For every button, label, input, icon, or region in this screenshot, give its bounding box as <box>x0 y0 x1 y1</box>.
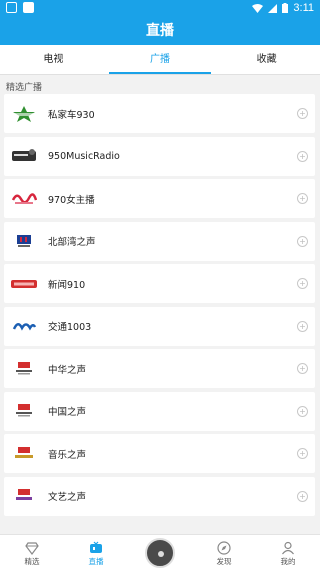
red-banner-logo <box>10 274 38 294</box>
dpad-icon <box>158 551 164 557</box>
station-name: 新闻910 <box>48 279 86 291</box>
tab-tv[interactable]: 电视 <box>0 45 107 74</box>
nav-label: 我的 <box>280 557 296 566</box>
tab-bar: 电视 广播 收藏 <box>0 45 320 75</box>
status-bar: 3:11 <box>0 0 320 17</box>
nav-label: 精选 <box>24 557 40 566</box>
station-name: 私家车930 <box>48 109 95 121</box>
nav-featured[interactable]: 精选 <box>0 535 64 569</box>
add-icon[interactable]: + <box>297 405 308 417</box>
station-row[interactable]: 文艺之声 + <box>4 476 315 516</box>
add-icon[interactable]: + <box>297 278 308 289</box>
station-row[interactable]: 中国之声 + <box>4 391 315 431</box>
wifi-icon <box>252 3 264 13</box>
tv-icon <box>90 541 102 553</box>
station-name: 音乐之声 <box>48 449 87 461</box>
diamond-icon <box>25 542 39 555</box>
add-icon[interactable]: + <box>297 320 308 332</box>
image-notification-icon <box>23 2 34 13</box>
station-name: 中国之声 <box>48 407 87 418</box>
station-row[interactable]: 新闻910 + <box>4 264 315 303</box>
bbr-logo <box>10 231 38 251</box>
cnr-logo <box>10 359 38 379</box>
tab-radio[interactable]: 广播 <box>107 45 214 74</box>
station-name: 中华之声 <box>48 364 87 376</box>
player-control-button[interactable] <box>145 538 175 568</box>
station-row[interactable]: 950MusicRadio + <box>4 136 315 176</box>
person-icon <box>282 541 294 555</box>
add-icon[interactable]: + <box>297 193 308 204</box>
compass-icon <box>217 541 231 555</box>
nav-label: 发现 <box>216 557 232 566</box>
add-icon[interactable]: + <box>297 448 308 459</box>
station-name: 交通1003 <box>48 322 92 333</box>
page-title: 直播 <box>0 17 320 45</box>
green-star-logo <box>10 104 38 124</box>
blue-script-logo <box>10 316 38 336</box>
cnr-logo <box>10 486 38 506</box>
station-name: 950MusicRadio <box>48 150 120 162</box>
nav-me[interactable]: 我的 <box>256 535 320 569</box>
notification-icon <box>6 2 17 13</box>
tab-favorites[interactable]: 收藏 <box>213 45 320 74</box>
station-name: 北部湾之声 <box>48 237 96 248</box>
cnr-logo <box>10 401 38 421</box>
add-icon[interactable]: + <box>297 108 308 119</box>
music-radio-logo <box>10 146 38 166</box>
nav-live[interactable]: 直播 <box>64 535 128 569</box>
add-icon[interactable]: + <box>297 363 308 374</box>
station-row[interactable]: 私家车930 + <box>4 94 315 133</box>
add-icon[interactable]: + <box>297 150 308 162</box>
nav-discover[interactable]: 发现 <box>192 535 256 569</box>
station-row[interactable]: 970女主播 + <box>4 179 315 218</box>
station-row[interactable]: 北部湾之声 + <box>4 221 315 261</box>
station-list: 私家车930 + 950MusicRadio + 970女主播 + 北部湾之声 … <box>4 94 315 519</box>
add-icon[interactable]: + <box>297 235 308 247</box>
station-row[interactable]: 交通1003 + <box>4 306 315 346</box>
station-row[interactable]: 中华之声 + <box>4 349 315 388</box>
clock: 3:11 <box>293 2 314 14</box>
section-title: 精选广播 <box>6 83 43 93</box>
red-script-logo <box>10 189 38 209</box>
station-row[interactable]: 音乐之声 + <box>4 434 315 473</box>
station-name: 文艺之声 <box>48 492 87 503</box>
cnr-logo <box>10 444 38 464</box>
battery-icon <box>282 3 289 13</box>
add-icon[interactable]: + <box>297 490 308 502</box>
nav-label: 直播 <box>88 557 104 566</box>
station-name: 970女主播 <box>48 194 95 206</box>
signal-icon <box>268 3 278 13</box>
